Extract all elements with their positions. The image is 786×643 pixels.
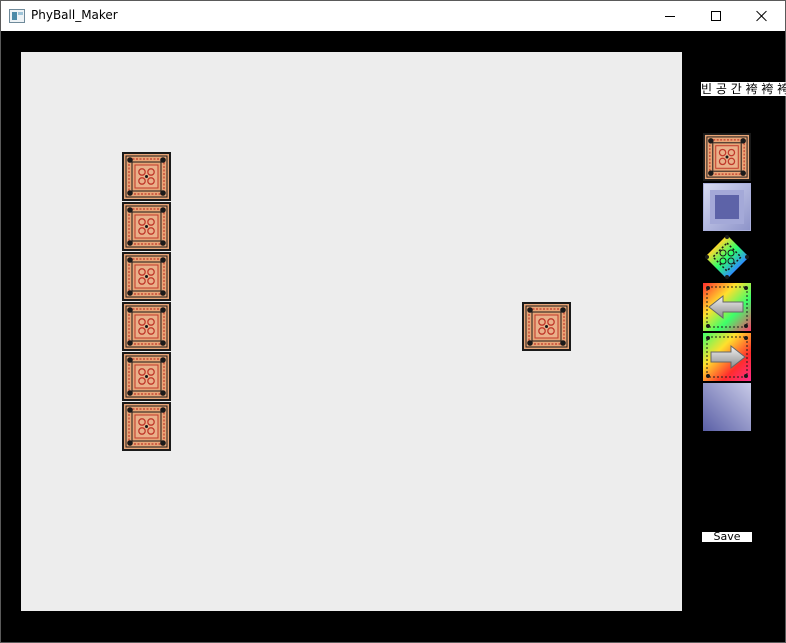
title-bar: PhyBall_Maker [1, 1, 785, 31]
app-icon [9, 9, 25, 23]
level-canvas[interactable] [21, 52, 682, 611]
right-arrow-block-icon [703, 333, 751, 381]
placed-brick-tile[interactable] [122, 202, 171, 251]
palette-glass-block[interactable] [703, 183, 751, 231]
placed-brick-tile[interactable] [122, 252, 171, 301]
maximize-button[interactable] [693, 1, 739, 31]
palette-right-arrow-block[interactable] [703, 333, 751, 381]
left-arrow-block-icon [703, 283, 751, 331]
blue-block-icon [703, 183, 751, 231]
ornate-brick-icon [122, 202, 171, 251]
ornate-brick-icon [122, 252, 171, 301]
placed-brick-tile[interactable] [122, 302, 171, 351]
close-icon [756, 10, 768, 22]
window-title: PhyBall_Maker [31, 8, 118, 22]
close-button[interactable] [739, 1, 785, 31]
gradient-block-icon [703, 383, 751, 431]
ornate-brick-icon [122, 302, 171, 351]
minimize-button[interactable] [647, 1, 693, 31]
palette-brick[interactable] [703, 133, 751, 181]
placed-brick-tile[interactable] [122, 152, 171, 201]
maximize-icon [711, 11, 721, 21]
placed-brick-tile[interactable] [122, 352, 171, 401]
placed-brick-tile[interactable] [522, 302, 571, 351]
ornate-brick-icon [522, 302, 571, 351]
placed-brick-tile[interactable] [122, 402, 171, 451]
ornate-brick-icon [122, 352, 171, 401]
palette-empty-space-label[interactable]: 빈 공 간 袴 袴 袴 [701, 82, 786, 96]
palette-gradient-block[interactable] [703, 383, 751, 431]
app-window: PhyBall_Maker 빈 공 간 袴 袴 袴 Save [0, 0, 786, 643]
rainbow-diamond-icon [705, 235, 749, 279]
palette-left-arrow-block[interactable] [703, 283, 751, 331]
save-button[interactable]: Save [702, 532, 752, 542]
ornate-brick-icon [703, 133, 751, 181]
palette-rainbow-diamond[interactable] [703, 233, 751, 281]
ornate-brick-icon [122, 152, 171, 201]
ornate-brick-icon [122, 402, 171, 451]
minimize-icon [665, 15, 675, 17]
